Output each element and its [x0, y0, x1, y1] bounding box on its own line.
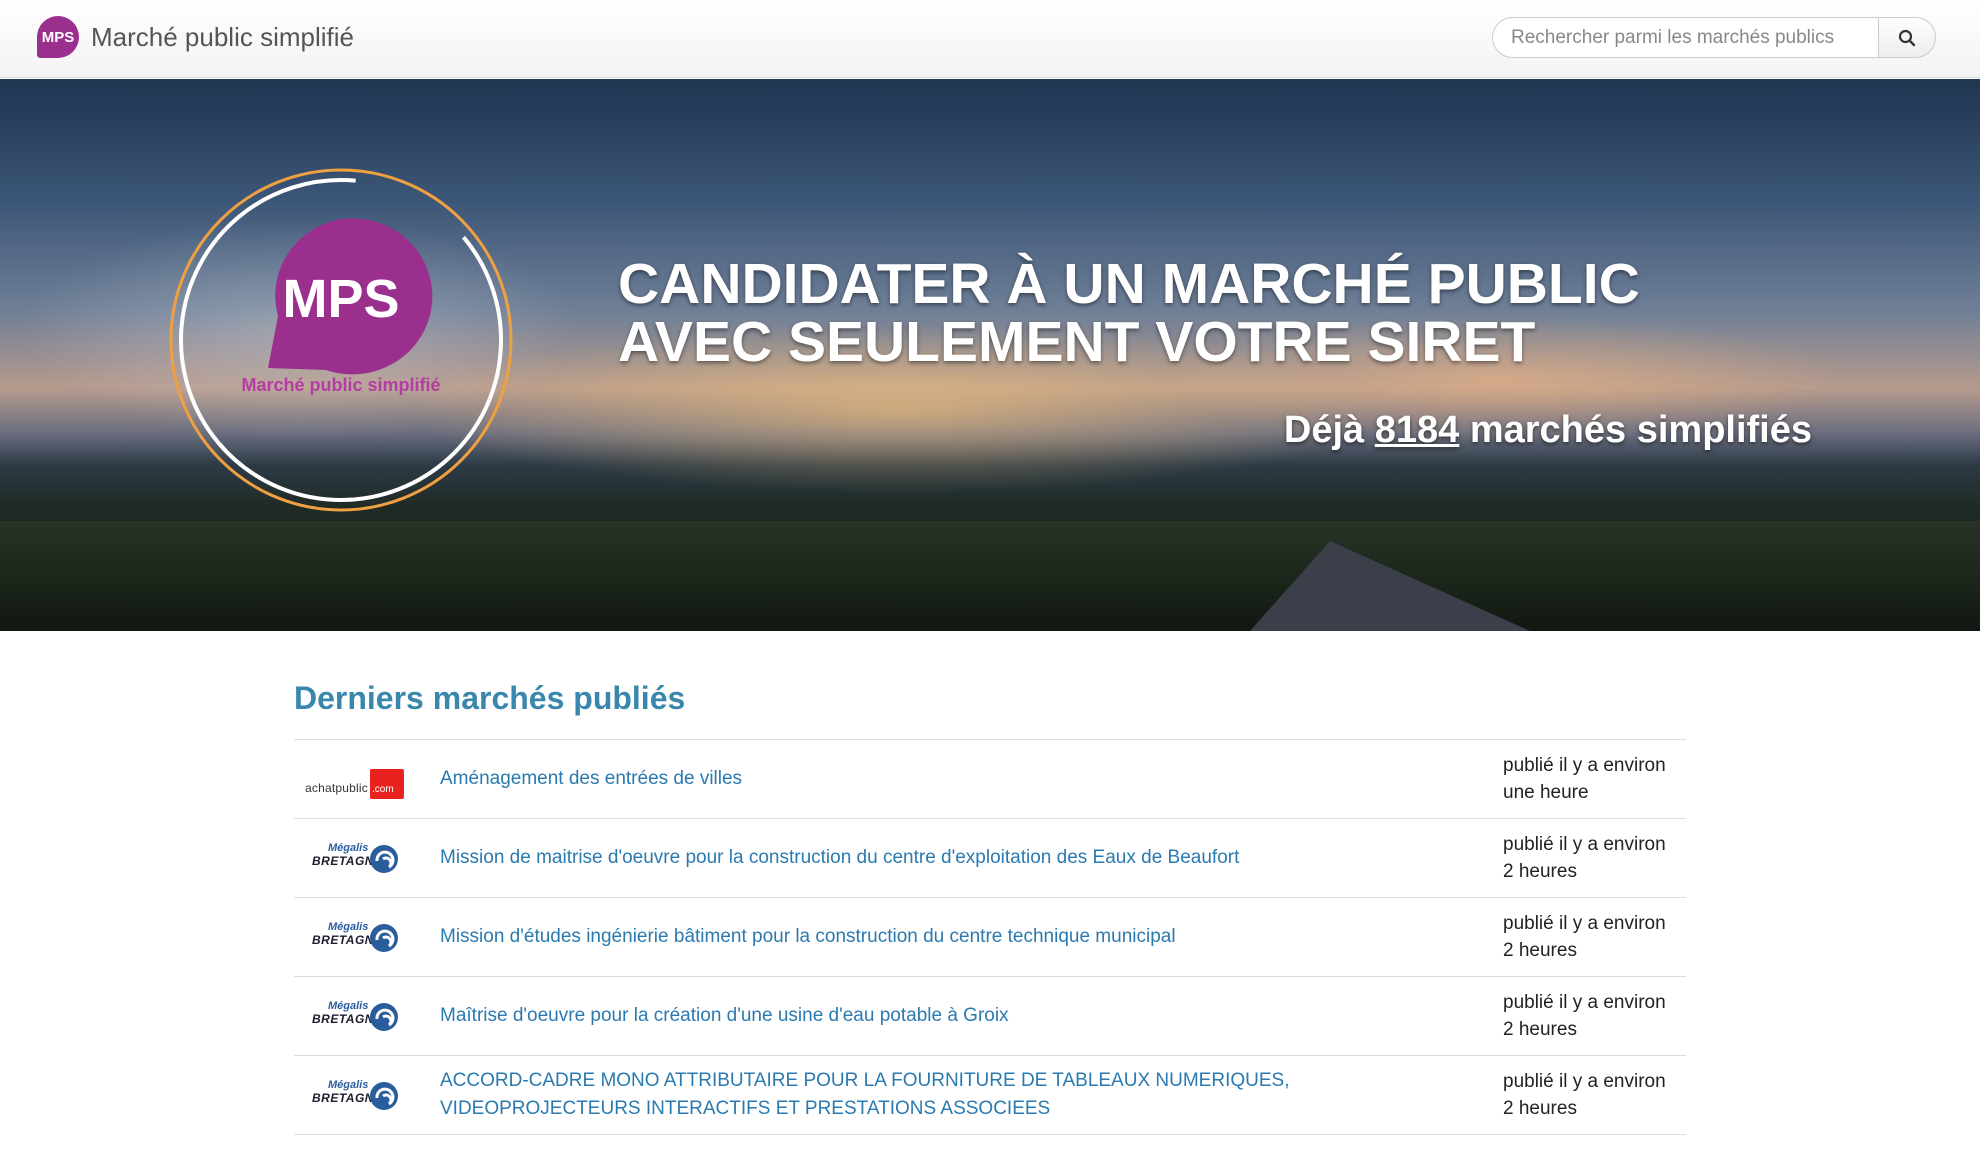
- megalis-logo: Mégalis BRETAGNE: [302, 917, 404, 957]
- market-date-line2: 2 heures: [1503, 1019, 1577, 1040]
- brand-home-link[interactable]: MPS Marché public simplifié: [37, 16, 354, 58]
- hero-count-link[interactable]: 8184: [1375, 409, 1460, 451]
- market-date-line2: 2 heures: [1503, 940, 1577, 961]
- market-row: Mégalis BRETAGNE Mission d'études ingéni…: [294, 898, 1686, 977]
- market-date: publié il y a environ 2 heures: [1503, 1068, 1683, 1122]
- market-title-link[interactable]: ACCORD-CADRE MONO ATTRIBUTAIRE POUR LA F…: [440, 1067, 1340, 1123]
- market-date-line2: 2 heures: [1503, 861, 1577, 882]
- market-title-link[interactable]: Mission de maitrise d'oeuvre pour la con…: [440, 844, 1340, 872]
- hero-count-prefix: Déjà: [1283, 409, 1365, 451]
- market-title-link[interactable]: Mission d'études ingénierie bâtiment pou…: [440, 923, 1340, 951]
- hero-mps-logo: MPS Marché public simplifié: [169, 168, 513, 512]
- markets-list: .com achatpublic Aménagement des entrées…: [294, 739, 1686, 1135]
- search-form: [1492, 17, 1936, 58]
- hero-landscape-ground: [0, 521, 1980, 631]
- megalis-label: Mégalis: [328, 921, 369, 933]
- hero-headline-line2: AVEC SEULEMENT VOTRE SIRET: [618, 310, 1536, 374]
- hero-logo-text: MPS: [282, 269, 399, 329]
- megalis-logo: Mégalis BRETAGNE: [302, 996, 404, 1036]
- market-date-line2: une heure: [1503, 782, 1589, 803]
- hero-banner: MPS Marché public simplifié CANDIDATER À…: [0, 79, 1980, 631]
- section-title: Derniers marchés publiés: [294, 680, 686, 716]
- market-date: publié il y a environ 2 heures: [1503, 910, 1683, 964]
- market-title-line[interactable]: Maîtrise d'oeuvre pour la création d'une…: [440, 1002, 1340, 1030]
- market-date-line2: 2 heures: [1503, 1098, 1577, 1119]
- megalis-label: Mégalis: [328, 842, 369, 854]
- market-date-line1: publié il y a environ: [1503, 755, 1666, 776]
- achatpublic-suffix: .com: [372, 784, 394, 795]
- market-title-link[interactable]: Maîtrise d'oeuvre pour la création d'une…: [440, 1002, 1340, 1030]
- brand-name[interactable]: Marché public simplifié: [91, 22, 354, 53]
- hero-headline-line1: CANDIDATER À UN MARCHÉ PUBLIC: [618, 252, 1640, 316]
- hero-road: [1250, 541, 1530, 631]
- market-title-line[interactable]: ACCORD-CADRE MONO ATTRIBUTAIRE POUR LA F…: [440, 1067, 1340, 1095]
- megalis-swirl-icon: [370, 845, 398, 873]
- megalis-logo: Mégalis BRETAGNE: [302, 1075, 404, 1115]
- market-date-line1: publié il y a environ: [1503, 913, 1666, 934]
- megalis-logo: Mégalis BRETAGNE: [302, 838, 404, 878]
- market-date-line1: publié il y a environ: [1503, 1071, 1666, 1092]
- market-date: publié il y a environ 2 heures: [1503, 831, 1683, 885]
- achatpublic-label: achatpublic: [305, 781, 368, 795]
- hero-count-suffix: marchés simplifiés: [1469, 409, 1812, 451]
- megalis-swirl-icon: [370, 924, 398, 952]
- market-title-line[interactable]: VIDEOPROJECTEURS INTERACTIFS ET PRESTATI…: [440, 1095, 1340, 1123]
- market-date-line1: publié il y a environ: [1503, 992, 1666, 1013]
- hero-market-count: Déjà 8184 marchés simplifiés: [1284, 409, 1812, 452]
- achatpublic-logo: .com achatpublic: [302, 759, 404, 799]
- market-title-link[interactable]: Aménagement des entrées de villes: [440, 765, 1340, 793]
- search-input[interactable]: [1492, 17, 1878, 58]
- market-row: Mégalis BRETAGNE Mission de maitrise d'o…: [294, 819, 1686, 898]
- market-row: Mégalis BRETAGNE Maîtrise d'oeuvre pour …: [294, 977, 1686, 1056]
- megalis-label: Mégalis: [328, 1000, 369, 1012]
- brand-logo[interactable]: MPS: [37, 16, 79, 58]
- top-navbar: MPS Marché public simplifié: [0, 0, 1980, 78]
- megalis-swirl-icon: [370, 1003, 398, 1031]
- search-button[interactable]: [1878, 17, 1936, 58]
- market-title-line[interactable]: Mission d'études ingénierie bâtiment pou…: [440, 923, 1340, 951]
- megalis-label: Mégalis: [328, 1079, 369, 1091]
- market-date: publié il y a environ 2 heures: [1503, 989, 1683, 1043]
- market-title-line[interactable]: Mission de maitrise d'oeuvre pour la con…: [440, 844, 1340, 872]
- hero-logo-caption: Marché public simplifié: [241, 375, 440, 395]
- market-row: Mégalis BRETAGNE ACCORD-CADRE MONO ATTRI…: [294, 1056, 1686, 1135]
- market-row: .com achatpublic Aménagement des entrées…: [294, 740, 1686, 819]
- market-date-line1: publié il y a environ: [1503, 834, 1666, 855]
- megalis-swirl-icon: [370, 1082, 398, 1110]
- market-date: publié il y a environ une heure: [1503, 752, 1683, 806]
- market-title-line[interactable]: Aménagement des entrées de villes: [440, 765, 1340, 793]
- hero-headline: CANDIDATER À UN MARCHÉ PUBLIC AVEC SEULE…: [618, 255, 1818, 371]
- search-icon: [1898, 29, 1916, 46]
